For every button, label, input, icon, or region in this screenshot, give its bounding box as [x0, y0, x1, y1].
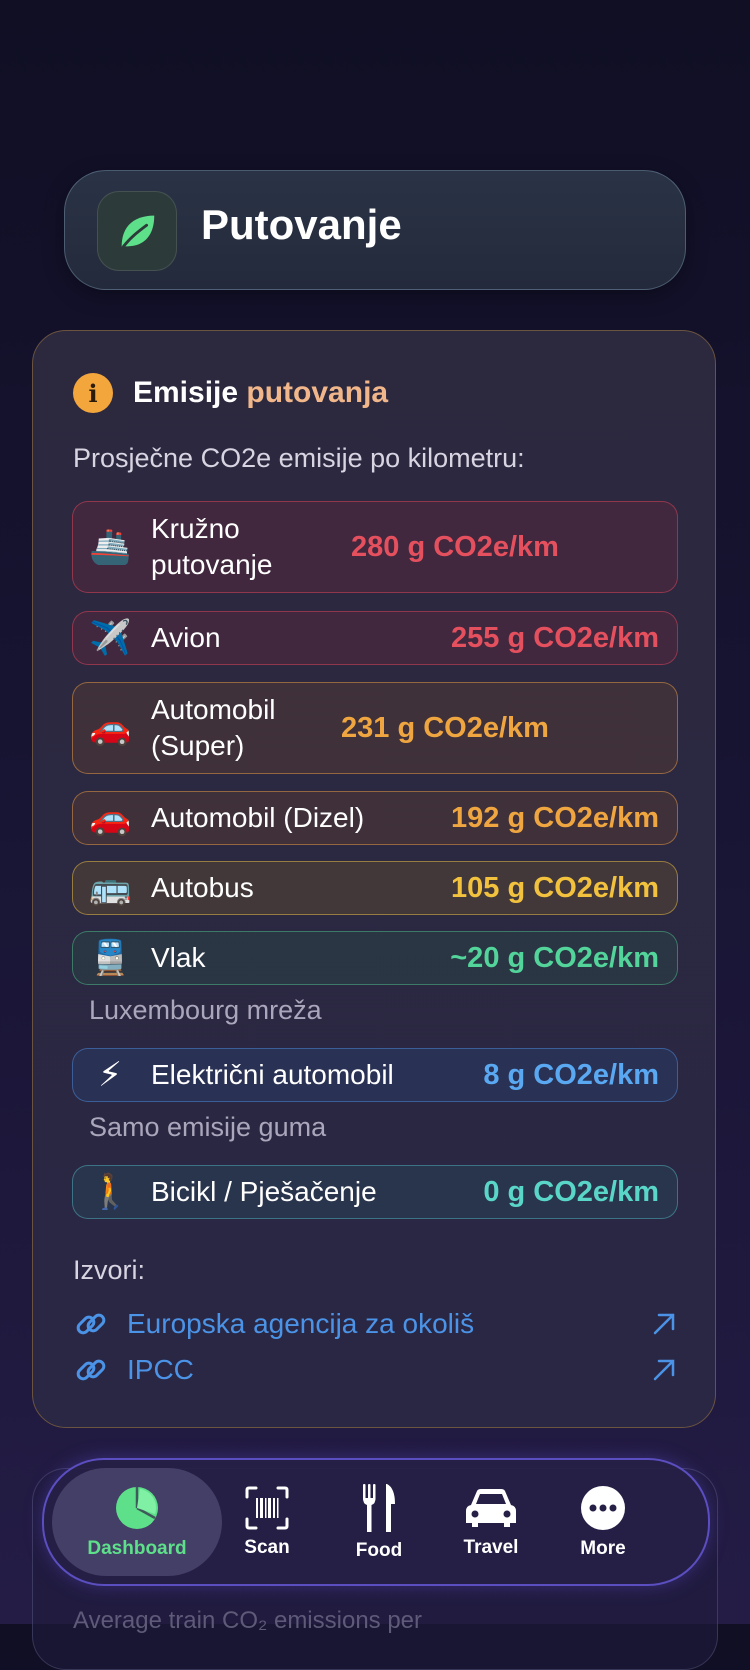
- card-title: Emisije putovanja: [133, 376, 388, 410]
- tab-travel[interactable]: Travel: [446, 1460, 536, 1584]
- emission-row-label: Električni automobil: [151, 1059, 394, 1090]
- car-icon: [466, 1489, 516, 1527]
- fork-knife-icon: [363, 1484, 395, 1532]
- card-title-part1: Emisije: [133, 376, 239, 409]
- emission-row-cruise: 🚢 Kružno putovanje 280 g CO2e/km: [72, 501, 678, 593]
- bottom-tab-bar: Dashboard Scan Food Travel More: [42, 1458, 710, 1586]
- tab-label: Scan: [244, 1537, 290, 1558]
- more-dots-icon: [581, 1486, 625, 1530]
- bus-icon: 🚌: [89, 869, 132, 907]
- tab-label: Dashboard: [87, 1538, 187, 1559]
- tab-food[interactable]: Food: [334, 1460, 424, 1584]
- card-subtitle: Prosječne CO2e emisije po kilometru:: [73, 443, 525, 473]
- source-link-eea[interactable]: Europska agencija za okoliš: [73, 1304, 679, 1344]
- info-icon: i: [73, 373, 113, 413]
- emission-row-train: 🚆 Vlak ~20 g CO2e/km: [72, 931, 678, 985]
- walking-person-icon: 🚶: [89, 1173, 132, 1211]
- external-arrow-icon: [653, 1313, 675, 1335]
- pie-chart-icon: [116, 1487, 158, 1529]
- external-arrow-icon: [653, 1359, 675, 1381]
- emission-row-value: 192 g CO2e/km: [451, 801, 659, 834]
- tab-scan[interactable]: Scan: [222, 1460, 312, 1584]
- train-icon: 🚆: [89, 939, 132, 977]
- car-icon: 🚗: [89, 709, 132, 747]
- source-link-label[interactable]: Europska agencija za okoliš: [127, 1308, 649, 1340]
- ship-icon: 🚢: [89, 528, 132, 566]
- emission-row-note: Luxembourg mreža: [89, 995, 322, 1025]
- emission-row-value: 8 g CO2e/km: [483, 1058, 659, 1091]
- emission-row-note: Samo emisije guma: [89, 1112, 327, 1142]
- emission-row-value: ~20 g CO2e/km: [450, 941, 659, 974]
- emission-row-label: Automobil (Dizel): [151, 802, 365, 833]
- emission-row-car-diesel: 🚗 Automobil (Dizel) 192 g CO2e/km: [72, 791, 678, 845]
- emission-row-value: 0 g CO2e/km: [483, 1175, 659, 1208]
- travel-emissions-card: i Emisije putovanja Prosječne CO2e emisi…: [32, 330, 716, 1428]
- emission-row-label: Kružno putovanje: [151, 513, 273, 580]
- tab-dashboard[interactable]: Dashboard: [52, 1468, 222, 1576]
- tab-label: Food: [355, 1540, 403, 1561]
- emission-row-label: Autobus: [151, 872, 254, 903]
- source-link-ipcc[interactable]: IPCC: [73, 1350, 679, 1390]
- emission-row-label: Avion: [151, 622, 221, 653]
- emission-row-electric-car: ⚡ Električni automobil 8 g CO2e/km: [72, 1048, 678, 1102]
- page-title: Putovanje: [201, 201, 402, 248]
- background-card-text: Average train CO₂ emissions per: [73, 1607, 423, 1634]
- emission-row-value: 231 g CO2e/km: [341, 711, 549, 744]
- link-icon: [76, 1313, 106, 1335]
- emission-row-bike-walk: 🚶 Bicikl / Pješačenje 0 g CO2e/km: [72, 1165, 678, 1219]
- link-icon: [76, 1359, 106, 1381]
- emission-row-value: 280 g CO2e/km: [351, 530, 559, 563]
- emission-row-label: Automobil (Super): [151, 694, 276, 761]
- emission-row-label: Vlak: [151, 942, 206, 973]
- emission-row-plane: ✈️ Avion 255 g CO2e/km: [72, 611, 678, 665]
- tab-label: Travel: [463, 1537, 519, 1558]
- card-title-part2: putovanja: [246, 376, 389, 409]
- emission-row-value: 255 g CO2e/km: [451, 621, 659, 654]
- lightning-icon: ⚡: [98, 1056, 122, 1094]
- source-link-label[interactable]: IPCC: [127, 1354, 649, 1386]
- emission-row-value: 105 g CO2e/km: [451, 871, 659, 904]
- emission-row-car-petrol: 🚗 Automobil (Super) 231 g CO2e/km: [72, 682, 678, 774]
- leaf-icon: [97, 191, 177, 271]
- emission-row-bus: 🚌 Autobus 105 g CO2e/km: [72, 861, 678, 915]
- car-icon: 🚗: [89, 799, 132, 837]
- emission-row-label: Bicikl / Pješačenje: [151, 1176, 377, 1207]
- sources-title: Izvori:: [73, 1255, 146, 1285]
- airplane-icon: ✈️: [89, 619, 132, 657]
- barcode-scan-icon: [245, 1486, 289, 1530]
- page-header: Putovanje: [64, 170, 686, 290]
- tab-label: More: [580, 1538, 626, 1559]
- card-header: i Emisije putovanja: [73, 373, 388, 413]
- tab-more[interactable]: More: [558, 1460, 648, 1584]
